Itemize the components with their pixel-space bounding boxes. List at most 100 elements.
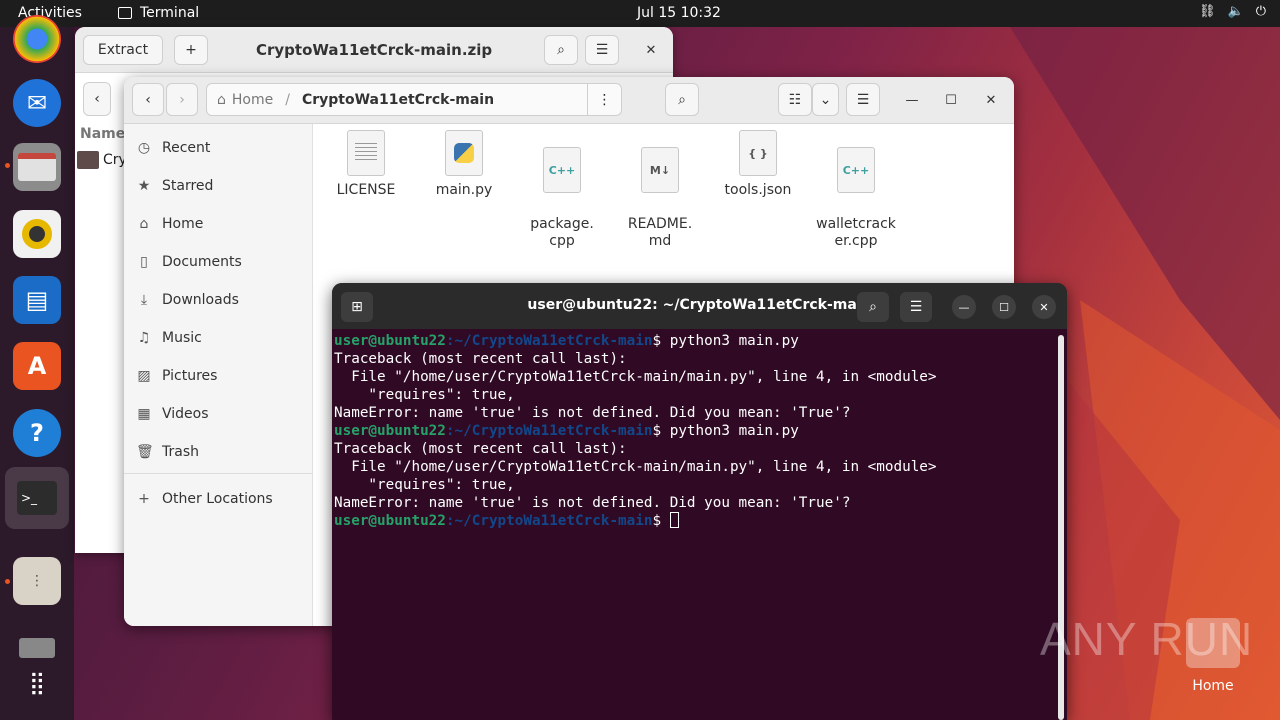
dock-thunderbird[interactable]: ✉ bbox=[13, 79, 61, 127]
sidebar-item-label: Trash bbox=[162, 444, 199, 460]
dock-files[interactable] bbox=[13, 143, 61, 191]
help-icon: ? bbox=[30, 419, 44, 447]
sidebar-item-label: Pictures bbox=[162, 368, 218, 384]
list-icon: ☷ bbox=[788, 91, 802, 108]
dock-chrome[interactable] bbox=[13, 15, 61, 63]
output-line: Traceback (most recent call last): bbox=[334, 351, 627, 367]
chevron-down-icon: ⌄ bbox=[819, 91, 832, 108]
view-list-button[interactable]: ☷ bbox=[778, 83, 812, 116]
file-item[interactable]: C++ walletcrack er.cpp bbox=[808, 130, 904, 250]
app-menu[interactable]: Terminal bbox=[118, 5, 199, 21]
hamburger-icon: ☰ bbox=[856, 91, 870, 108]
menu-button[interactable]: ☰ bbox=[846, 83, 880, 116]
clock-icon: ◷ bbox=[137, 140, 151, 156]
menu-button[interactable]: ☰ bbox=[900, 292, 932, 322]
home-folder-icon bbox=[1186, 618, 1240, 668]
column-name[interactable]: Name bbox=[80, 126, 125, 142]
sidebar-item-documents[interactable]: ▯ Documents bbox=[136, 247, 242, 277]
dock-app-center[interactable]: A bbox=[13, 342, 61, 390]
back-button[interactable]: ‹ bbox=[132, 83, 164, 116]
chevron-left-icon: ‹ bbox=[145, 91, 151, 108]
sidebar-item-trash[interactable]: 🗑 Trash bbox=[136, 437, 199, 467]
star-icon: ★ bbox=[137, 178, 151, 194]
close-button[interactable]: ✕ bbox=[1032, 295, 1056, 319]
close-icon: ✕ bbox=[645, 42, 657, 58]
volume-icon: 🔈 bbox=[1227, 4, 1244, 19]
minimize-icon: — bbox=[958, 300, 970, 314]
file-item[interactable]: main.py bbox=[416, 130, 512, 199]
forward-button[interactable]: › bbox=[166, 83, 198, 116]
close-button[interactable]: ✕ bbox=[639, 38, 663, 62]
extract-button[interactable]: Extract bbox=[83, 35, 163, 65]
json-file-icon: { } bbox=[739, 130, 777, 176]
output-line: NameError: name 'true' is not defined. D… bbox=[334, 495, 851, 511]
command-line: $ python3 main.py bbox=[652, 423, 799, 439]
terminal-icon: >_ bbox=[17, 481, 57, 515]
breadcrumb-separator: / bbox=[285, 91, 290, 108]
archive-title: CryptoWa11etCrck-main.zip bbox=[256, 41, 493, 59]
sidebar-item-music[interactable]: ♫ Music bbox=[136, 323, 202, 353]
sidebar: ◷ Recent ★ Starred ⌂ Home ▯ Documents ⤓ Downl… bbox=[124, 124, 313, 626]
path-menu-button[interactable]: ⋮ bbox=[587, 84, 621, 115]
file-item[interactable]: LICENSE bbox=[318, 130, 414, 199]
clock[interactable]: Jul 15 10:32 bbox=[637, 5, 721, 21]
file-item[interactable]: C++ package. cpp bbox=[514, 130, 610, 250]
breadcrumb-current[interactable]: CryptoWa11etCrck-main bbox=[302, 92, 494, 108]
show-apps-button[interactable]: ⣿ bbox=[13, 659, 61, 707]
sidebar-item-videos[interactable]: ▦ Videos bbox=[136, 399, 208, 429]
music-icon: ♫ bbox=[137, 330, 151, 346]
zip-icon: ⋮ bbox=[30, 573, 44, 589]
file-item[interactable]: M↓ README. md bbox=[612, 130, 708, 250]
minimize-button[interactable]: — bbox=[900, 88, 924, 112]
close-button[interactable]: ✕ bbox=[979, 88, 1003, 112]
dock: ✉ ▤ A ? >_ ⋮ ⣿ bbox=[0, 15, 74, 720]
speaker-icon bbox=[22, 219, 52, 249]
minimize-button[interactable]: — bbox=[952, 295, 976, 319]
search-button[interactable]: ⌕ bbox=[857, 292, 889, 322]
file-item[interactable]: { } tools.json bbox=[710, 130, 806, 199]
python-file-icon bbox=[445, 130, 483, 176]
archive-row[interactable]: Cry bbox=[77, 151, 127, 169]
video-icon: ▦ bbox=[137, 406, 151, 422]
menu-button[interactable]: ☰ bbox=[585, 35, 619, 65]
power-icon: ⏻ bbox=[1255, 4, 1266, 19]
back-button[interactable]: ‹ bbox=[83, 82, 111, 116]
sidebar-item-other-locations[interactable]: + Other Locations bbox=[136, 484, 273, 514]
dock-help[interactable]: ? bbox=[13, 409, 61, 457]
maximize-button[interactable]: ☐ bbox=[939, 88, 963, 112]
dock-terminal[interactable]: >_ bbox=[5, 467, 69, 529]
dock-archive-manager[interactable]: ⋮ bbox=[13, 557, 61, 605]
prompt-path: :~/CryptoWa11etCrck-main bbox=[445, 423, 653, 439]
terminal-window: ⊞ user@ubuntu22: ~/CryptoWa11etCrck-main… bbox=[332, 283, 1067, 720]
grid-icon: ⣿ bbox=[28, 670, 46, 696]
file-name: package. cpp bbox=[530, 216, 594, 249]
sidebar-item-starred[interactable]: ★ Starred bbox=[136, 171, 214, 201]
dock-writer[interactable]: ▤ bbox=[13, 276, 61, 324]
app-name: Terminal bbox=[140, 5, 200, 21]
text-cursor bbox=[669, 512, 679, 528]
search-button[interactable]: ⌕ bbox=[544, 35, 578, 65]
home-icon: ⌂ bbox=[217, 91, 226, 108]
output-line: "requires": true, bbox=[334, 477, 515, 493]
sidebar-item-downloads[interactable]: ⤓ Downloads bbox=[136, 285, 239, 315]
dock-rhythmbox[interactable] bbox=[13, 210, 61, 258]
files-header: ‹ › ⌂ Home / CryptoWa11etCrck-main ⋮ ⌕ ☷… bbox=[124, 77, 1014, 124]
document-icon: ▤ bbox=[25, 286, 49, 314]
sidebar-item-recent[interactable]: ◷ Recent bbox=[136, 133, 211, 163]
system-tray[interactable]: ⛓ 🔈 ⏻ bbox=[1199, 4, 1266, 19]
search-button[interactable]: ⌕ bbox=[665, 83, 699, 116]
desktop-home-icon[interactable]: Home bbox=[1183, 618, 1243, 694]
sidebar-divider bbox=[124, 473, 313, 474]
maximize-button[interactable]: ☐ bbox=[992, 295, 1016, 319]
sidebar-item-pictures[interactable]: ▨ Pictures bbox=[136, 361, 217, 391]
network-icon: ⛓ bbox=[1199, 4, 1216, 19]
terminal-output[interactable]: user@ubuntu22:~/CryptoWa11etCrck-main$ p… bbox=[334, 332, 937, 530]
search-icon: ⌕ bbox=[869, 299, 877, 315]
view-options-button[interactable]: ⌄ bbox=[812, 83, 839, 116]
add-button[interactable]: + bbox=[174, 35, 208, 65]
text-file-icon bbox=[347, 130, 385, 176]
kebab-icon: ⋮ bbox=[597, 91, 612, 108]
sidebar-item-home[interactable]: ⌂ Home bbox=[136, 209, 204, 239]
output-line: Traceback (most recent call last): bbox=[334, 441, 627, 457]
breadcrumb-home[interactable]: Home bbox=[232, 92, 273, 108]
